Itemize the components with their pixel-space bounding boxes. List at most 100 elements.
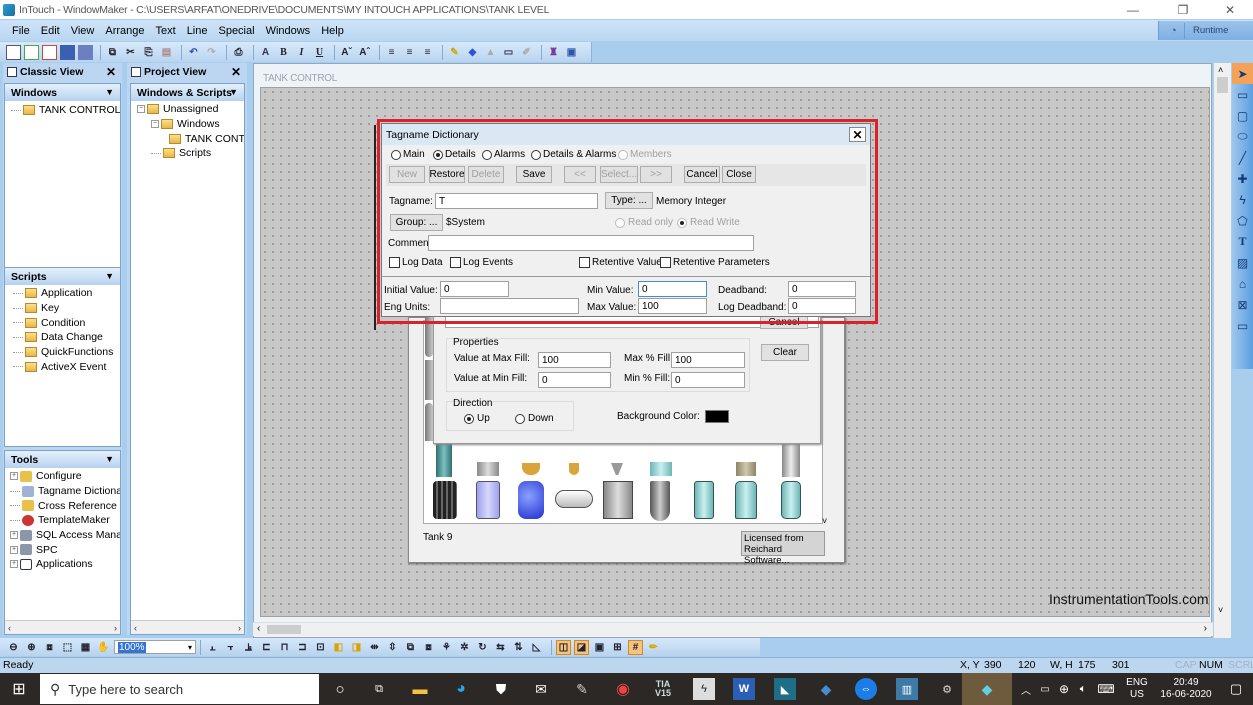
script-application[interactable]: Application: [13, 286, 120, 301]
tree-item-tank-control[interactable]: TANK CONTROL: [11, 103, 120, 118]
eraser-icon[interactable]: ✐: [519, 45, 534, 60]
align-left-obj-icon[interactable]: ⊏: [259, 640, 274, 655]
license-info[interactable]: Licensed from Reichard Software...: [741, 531, 825, 566]
line-color-icon[interactable]: ✎: [447, 45, 462, 60]
text-tool-icon[interactable]: T: [1232, 231, 1253, 252]
next-button[interactable]: >>: [640, 166, 672, 183]
dropdown-arrow-icon[interactable]: ▼: [229, 87, 238, 97]
zoom-out-icon[interactable]: ⊖: [6, 640, 21, 655]
app-monitor-icon[interactable]: ▥: [896, 678, 918, 700]
tree-tank-control[interactable]: TANK CONTROL: [137, 131, 244, 146]
script-condition[interactable]: Condition: [13, 315, 120, 330]
log-data-checkbox[interactable]: Log Data: [389, 257, 443, 268]
horizontal-scrollbar[interactable]: ‹ ›: [131, 620, 244, 634]
app-icon[interactable]: ϟ: [693, 678, 715, 700]
max-pct-fill-input[interactable]: 100: [671, 352, 745, 368]
deadband-input[interactable]: 0: [788, 281, 856, 297]
language-indicator[interactable]: ENG US: [1125, 677, 1149, 701]
tools-section-header[interactable]: Tools ▼: [5, 451, 120, 468]
tree-windows[interactable]: − Windows: [137, 117, 244, 132]
menu-arrange[interactable]: Arrange: [105, 25, 144, 37]
tool-applications[interactable]: + Applications: [10, 557, 120, 572]
mail-icon[interactable]: ✉: [530, 678, 552, 700]
clock[interactable]: 20:49 16-06-2020: [1155, 677, 1217, 701]
align-left-icon[interactable]: ≡: [384, 45, 399, 60]
mode-radio-details[interactable]: Details: [433, 149, 476, 160]
redo-icon[interactable]: ↷: [204, 45, 219, 60]
align-right-obj-icon[interactable]: ⊐: [295, 640, 310, 655]
historical-trend-tool-icon[interactable]: ⊠: [1232, 294, 1253, 315]
restore-button[interactable]: ❐: [1160, 0, 1206, 19]
tank-item[interactable]: [650, 462, 672, 476]
copy-icon[interactable]: ⎘: [141, 45, 156, 60]
paste-icon[interactable]: ▤: [159, 45, 174, 60]
send-back-icon[interactable]: ◨: [349, 640, 364, 655]
initial-value-input[interactable]: 0: [440, 281, 509, 297]
tank-item[interactable]: [425, 360, 433, 400]
show-grid-icon[interactable]: #: [628, 639, 643, 655]
tool-templatemaker[interactable]: TemplateMaker: [10, 513, 120, 528]
rectangle-tool-icon[interactable]: ▭: [1232, 84, 1253, 105]
volume-icon[interactable]: 🔈︎: [1072, 678, 1094, 700]
fill-color-icon[interactable]: ◆: [465, 45, 480, 60]
pan-hand-icon[interactable]: ✋: [96, 640, 111, 655]
eng-units-input[interactable]: [440, 298, 579, 314]
print-icon[interactable]: ⎙: [231, 45, 246, 60]
wireframe-icon[interactable]: ◫: [556, 639, 571, 655]
max-value-input[interactable]: 100: [638, 298, 707, 314]
min-pct-fill-input[interactable]: 0: [671, 372, 745, 388]
hv-line-tool-icon[interactable]: ✚: [1232, 168, 1253, 189]
taskbar-search[interactable]: ⚲ Type here to search: [40, 674, 319, 704]
tank-item[interactable]: [569, 463, 579, 475]
save-all-icon[interactable]: [78, 44, 93, 60]
pencil-icon[interactable]: ✏: [646, 640, 661, 655]
open-window-icon[interactable]: [24, 44, 39, 60]
task-view-icon[interactable]: ⧉: [368, 678, 390, 700]
tank-item[interactable]: [603, 481, 633, 519]
rounded-rectangle-tool-icon[interactable]: ▢: [1232, 105, 1253, 126]
space-horizontal-icon[interactable]: ⇹: [367, 640, 382, 655]
duplicate-icon[interactable]: ⧉: [105, 45, 120, 60]
bitmap-tool-icon[interactable]: ▨: [1232, 252, 1253, 273]
file-explorer-icon[interactable]: ▬: [409, 678, 431, 700]
menu-file[interactable]: File: [12, 25, 30, 37]
tank-item[interactable]: [476, 481, 500, 519]
log-events-checkbox[interactable]: Log Events: [450, 257, 513, 268]
break-symbol-icon[interactable]: ✲: [457, 640, 472, 655]
script-quickfunctions[interactable]: QuickFunctions: [13, 345, 120, 360]
undo-icon[interactable]: ↶: [186, 45, 201, 60]
expand-icon[interactable]: +: [10, 560, 18, 569]
type-button[interactable]: Type: ...: [605, 192, 653, 209]
tagname-input[interactable]: T: [435, 193, 598, 209]
bring-front-icon[interactable]: ◧: [331, 640, 346, 655]
app-diamond-icon[interactable]: ◆: [815, 678, 837, 700]
horizontal-scrollbar[interactable]: ‹ ›: [5, 620, 120, 634]
collapse-icon[interactable]: −: [151, 120, 159, 129]
mode-radio-members[interactable]: Members: [618, 149, 672, 160]
reduce-font-icon[interactable]: Aˇ: [339, 45, 354, 60]
align-top-icon[interactable]: ⫠: [205, 640, 220, 655]
previous-button[interactable]: <<: [564, 166, 596, 183]
menu-special[interactable]: Special: [218, 25, 254, 37]
comment-input[interactable]: [428, 235, 754, 251]
dropdown-arrow-icon[interactable]: ▼: [105, 87, 114, 97]
retentive-value-checkbox[interactable]: Retentive Value: [579, 257, 662, 268]
tank-item[interactable]: [736, 462, 756, 476]
tool-cross-reference[interactable]: Cross Reference: [10, 498, 120, 513]
enlarge-font-icon[interactable]: Aˆ: [357, 45, 372, 60]
read-write-radio[interactable]: Read Write: [677, 217, 740, 228]
log-deadband-input[interactable]: 0: [788, 298, 856, 314]
gallery-scroll-down-icon[interactable]: ˅: [822, 516, 827, 526]
restore-button[interactable]: Restore: [429, 166, 465, 183]
cancel-button[interactable]: Cancel: [684, 166, 720, 183]
background-color-swatch[interactable]: [705, 410, 729, 423]
mode-radio-details-alarms[interactable]: Details & Alarms: [531, 149, 616, 160]
space-vertical-icon[interactable]: ⇳: [385, 640, 400, 655]
polyline-tool-icon[interactable]: ϟ: [1232, 189, 1253, 210]
tank-item[interactable]: [555, 490, 593, 508]
cut-icon[interactable]: ✂: [123, 45, 138, 60]
expand-icon[interactable]: +: [10, 472, 18, 481]
polygon-tool-icon[interactable]: ⬠: [1232, 210, 1253, 231]
align-center-obj-icon[interactable]: ⊓: [277, 640, 292, 655]
save-button[interactable]: Save: [516, 166, 552, 183]
